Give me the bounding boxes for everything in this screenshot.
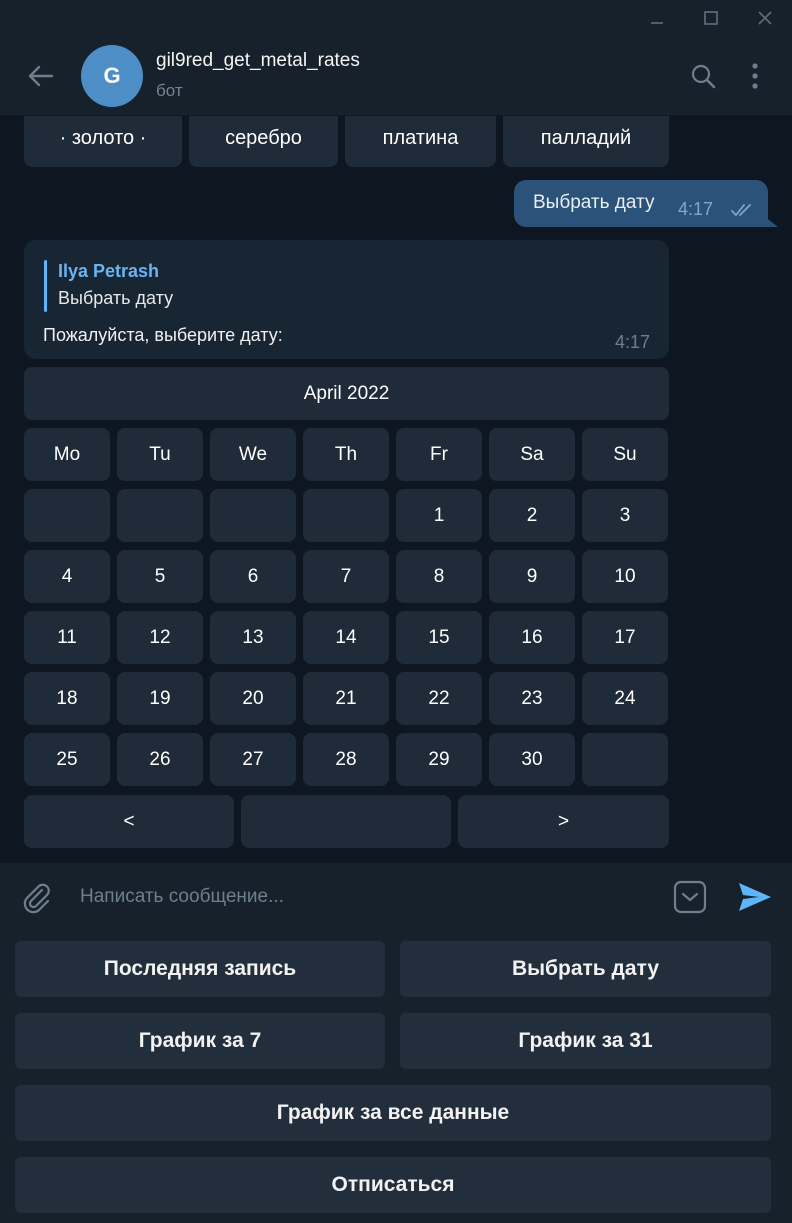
chart-all-button[interactable]: График за все данные	[15, 1085, 771, 1141]
calendar-day-24-button[interactable]: 24	[582, 672, 668, 725]
weekday-tu-button[interactable]: Tu	[117, 428, 203, 481]
calendar-day-26-button[interactable]: 26	[117, 733, 203, 786]
double-check-icon	[731, 204, 751, 216]
reply-keyboard: Последняя запись Выбрать дату График за …	[0, 931, 792, 1223]
calendar-day-8-button[interactable]: 8	[396, 550, 482, 603]
send-icon	[739, 883, 771, 911]
avatar[interactable]: G	[81, 45, 143, 107]
calendar-day-13-button[interactable]: 13	[210, 611, 296, 664]
calendar-day-30-button[interactable]: 30	[489, 733, 575, 786]
maximize-button[interactable]	[688, 0, 734, 36]
calendar-day-1-button[interactable]: 1	[396, 489, 482, 542]
chat-title[interactable]: gil9red_get_metal_rates	[156, 50, 360, 72]
calendar-day-22-button[interactable]: 22	[396, 672, 482, 725]
more-vertical-icon	[752, 63, 758, 89]
calendar-day-23-button[interactable]: 23	[489, 672, 575, 725]
window-titlebar	[0, 0, 792, 36]
chart-31-button[interactable]: График за 31	[400, 1013, 771, 1069]
weekday-mo-button[interactable]: Mo	[24, 428, 110, 481]
outgoing-message[interactable]: Выбрать дату 4:17	[514, 180, 768, 227]
calendar-month-button[interactable]: April 2022	[24, 367, 669, 420]
weekday-sa-button[interactable]: Sa	[489, 428, 575, 481]
minimize-button[interactable]	[634, 0, 680, 36]
reply-quote-bar	[44, 260, 47, 312]
bot-keyboard-toggle[interactable]	[672, 878, 708, 916]
calendar-day-4-button[interactable]: 4	[24, 550, 110, 603]
calendar-prev-button[interactable]: <	[24, 795, 234, 848]
calendar-day-28-button[interactable]: 28	[303, 733, 389, 786]
reply-author[interactable]: Ilya Petrash	[58, 261, 159, 282]
incoming-message[interactable]: Ilya Petrash Выбрать дату Пожалуйста, вы…	[24, 240, 669, 359]
calendar-day-6-button[interactable]: 6	[210, 550, 296, 603]
calendar-day-20-button[interactable]: 20	[210, 672, 296, 725]
weekday-we-button[interactable]: We	[210, 428, 296, 481]
calendar-empty-cell[interactable]	[303, 489, 389, 542]
calendar-day-27-button[interactable]: 27	[210, 733, 296, 786]
minimize-icon	[651, 22, 663, 24]
incoming-message-time: 4:17	[615, 332, 651, 352]
message-list[interactable]: · золото · серебро платина палладий Выбр…	[0, 116, 792, 863]
back-button[interactable]	[20, 58, 60, 94]
calendar-day-12-button[interactable]: 12	[117, 611, 203, 664]
weekday-su-button[interactable]: Su	[582, 428, 668, 481]
calendar-day-19-button[interactable]: 19	[117, 672, 203, 725]
calendar-day-11-button[interactable]: 11	[24, 611, 110, 664]
attach-button[interactable]	[16, 878, 56, 918]
calendar-day-2-button[interactable]: 2	[489, 489, 575, 542]
calendar-day-7-button[interactable]: 7	[303, 550, 389, 603]
choose-date-button[interactable]: Выбрать дату	[400, 941, 771, 997]
metal-gold-button[interactable]: · золото ·	[24, 116, 182, 167]
metal-platinum-button[interactable]: платина	[345, 116, 496, 167]
calendar-day-25-button[interactable]: 25	[24, 733, 110, 786]
unsubscribe-button[interactable]: Отписаться	[15, 1157, 771, 1213]
outgoing-message-time: 4:17	[678, 199, 714, 219]
search-button[interactable]	[685, 58, 721, 94]
chart-7-button[interactable]: График за 7	[15, 1013, 385, 1069]
chat-status: бот	[156, 81, 183, 100]
last-record-button[interactable]: Последняя запись	[15, 941, 385, 997]
calendar-empty-cell[interactable]	[582, 733, 668, 786]
maximize-icon	[704, 11, 718, 25]
calendar-empty-cell[interactable]	[210, 489, 296, 542]
search-icon	[691, 64, 716, 89]
calendar-middle-button[interactable]	[241, 795, 451, 848]
send-button[interactable]	[734, 878, 776, 916]
chat-header: G gil9red_get_metal_rates бот	[0, 36, 792, 116]
back-arrow-icon	[28, 65, 54, 87]
calendar-empty-cell[interactable]	[24, 489, 110, 542]
metal-silver-button[interactable]: серебро	[189, 116, 338, 167]
metal-palladium-button[interactable]: палладий	[503, 116, 669, 167]
reply-quoted-text[interactable]: Выбрать дату	[58, 288, 173, 309]
weekday-fr-button[interactable]: Fr	[396, 428, 482, 481]
outgoing-message-text: Выбрать дату	[533, 192, 655, 213]
incoming-message-text: Пожалуйста, выберите дату:	[43, 325, 283, 345]
calendar-day-21-button[interactable]: 21	[303, 672, 389, 725]
calendar-day-18-button[interactable]: 18	[24, 672, 110, 725]
calendar-day-15-button[interactable]: 15	[396, 611, 482, 664]
keyboard-toggle-icon	[673, 880, 707, 914]
calendar-day-16-button[interactable]: 16	[489, 611, 575, 664]
calendar-day-10-button[interactable]: 10	[582, 550, 668, 603]
weekday-th-button[interactable]: Th	[303, 428, 389, 481]
close-window-button[interactable]	[742, 0, 788, 36]
calendar-day-29-button[interactable]: 29	[396, 733, 482, 786]
calendar-day-3-button[interactable]: 3	[582, 489, 668, 542]
calendar-day-14-button[interactable]: 14	[303, 611, 389, 664]
close-icon	[758, 11, 772, 25]
calendar-empty-cell[interactable]	[117, 489, 203, 542]
message-composer	[0, 863, 792, 931]
paperclip-icon	[23, 883, 50, 914]
more-menu-button[interactable]	[737, 58, 773, 94]
calendar-next-button[interactable]: >	[458, 795, 669, 848]
calendar-day-5-button[interactable]: 5	[117, 550, 203, 603]
calendar-day-9-button[interactable]: 9	[489, 550, 575, 603]
calendar-day-17-button[interactable]: 17	[582, 611, 668, 664]
message-input[interactable]	[70, 877, 670, 917]
